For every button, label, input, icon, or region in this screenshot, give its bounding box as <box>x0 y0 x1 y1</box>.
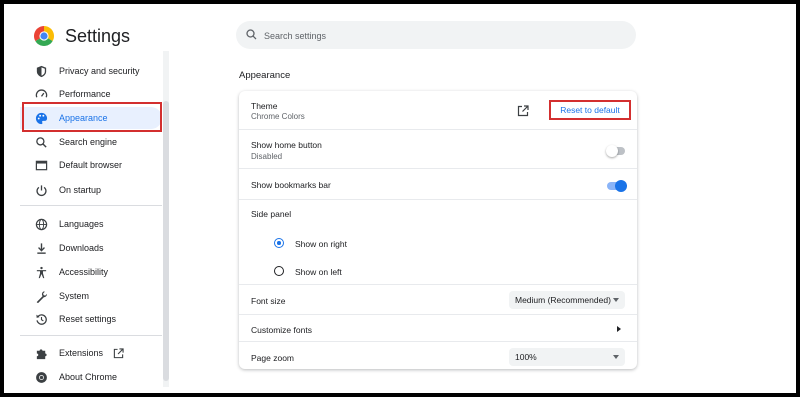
theme-label: Theme <box>251 101 278 111</box>
sidebar-item-label: Privacy and security <box>59 66 140 76</box>
home-button-label: Show home button <box>251 140 322 150</box>
page-zoom-label: Page zoom <box>251 353 294 363</box>
page-zoom-select[interactable]: 100% <box>509 348 625 366</box>
sidebar-item-label: Search engine <box>59 137 118 147</box>
bookmarks-bar-row[interactable]: Show bookmarks bar <box>239 168 637 200</box>
sidebar-scrollbar[interactable] <box>163 51 169 387</box>
sidebar-item-extensions[interactable]: Extensions <box>20 342 162 364</box>
page-title: Settings <box>65 26 131 46</box>
sidebar-item-label: Performance <box>59 89 111 99</box>
customize-fonts-label: Customize fonts <box>251 325 312 335</box>
power-icon <box>34 183 48 197</box>
side-panel-left-label[interactable]: Show on left <box>295 267 342 277</box>
speedometer-icon <box>34 87 48 101</box>
side-panel-row: Side panel Show on right Show on left <box>239 199 637 285</box>
search-bar[interactable] <box>236 21 636 51</box>
sidebar-item-search-engine[interactable]: Search engine <box>20 131 162 153</box>
theme-value: Chrome Colors <box>251 112 305 121</box>
sidebar-item-label: Languages <box>59 219 104 229</box>
sidebar-item-label: Downloads <box>59 243 104 253</box>
sidebar-item-languages[interactable]: Languages <box>20 213 162 235</box>
sidebar-item-default-browser[interactable]: Default browser <box>20 154 162 176</box>
dropdown-caret-icon <box>613 298 619 302</box>
side-panel-label: Side panel <box>251 209 292 219</box>
dropdown-caret-icon <box>613 355 619 359</box>
sidebar-item-label: Extensions <box>59 348 104 358</box>
sidebar-item-label: Default browser <box>59 160 123 170</box>
sidebar-item-label: On startup <box>59 185 102 195</box>
external-link-icon <box>113 347 124 358</box>
accessibility-icon <box>34 265 48 279</box>
globe-icon <box>34 217 48 231</box>
sidebar-item-downloads[interactable]: Downloads <box>20 237 162 259</box>
page-zoom-value: 100% <box>515 352 537 362</box>
sidebar-divider <box>20 205 162 206</box>
side-panel-right-radio[interactable] <box>274 238 284 248</box>
search-icon <box>246 29 257 40</box>
browser-window-icon <box>34 158 48 172</box>
page-zoom-row: Page zoom 100% <box>239 341 637 370</box>
side-panel-left-radio[interactable] <box>274 266 284 276</box>
sidebar-item-accessibility[interactable]: Accessibility <box>20 261 162 283</box>
home-button-row[interactable]: Show home button Disabled <box>239 129 637 169</box>
sidebar-item-privacy-and-security[interactable]: Privacy and security <box>20 60 162 82</box>
appearance-card: Theme Chrome Colors Reset to default Sho… <box>239 91 637 369</box>
sidebar-item-on-startup[interactable]: On startup <box>20 179 162 201</box>
font-size-label: Font size <box>251 296 286 306</box>
bookmarks-bar-toggle[interactable] <box>607 180 627 192</box>
side-panel-right-label[interactable]: Show on right <box>295 239 347 249</box>
sidebar-item-label: Reset settings <box>59 314 117 324</box>
font-size-row: Font size Medium (Recommended) <box>239 284 637 315</box>
chevron-right-icon <box>617 326 621 332</box>
settings-window: Settings Privacy and security Performanc… <box>4 4 796 393</box>
font-size-select[interactable]: Medium (Recommended) <box>509 291 625 309</box>
appearance-highlight-box <box>22 102 162 132</box>
sidebar-item-label: System <box>59 291 90 301</box>
reset-to-default-button[interactable]: Reset to default <box>549 100 631 120</box>
section-title: Appearance <box>239 70 291 81</box>
bookmarks-bar-label: Show bookmarks bar <box>251 180 331 190</box>
home-button-toggle[interactable] <box>606 145 625 157</box>
search-input[interactable] <box>262 21 626 51</box>
sidebar-item-label: Accessibility <box>59 267 109 277</box>
open-in-new-icon[interactable] <box>517 105 529 117</box>
sidebar-item-reset-settings[interactable]: Reset settings <box>20 308 162 330</box>
customize-fonts-row[interactable]: Customize fonts <box>239 314 637 342</box>
chrome-logo-icon <box>34 26 54 46</box>
sidebar-item-system[interactable]: System <box>20 285 162 307</box>
search-icon <box>34 135 48 149</box>
reset-icon <box>34 312 48 326</box>
chrome-logo-icon <box>34 370 48 384</box>
sidebar-item-label: About Chrome <box>59 372 118 382</box>
puzzle-icon <box>34 346 48 360</box>
wrench-icon <box>34 289 48 303</box>
shield-icon <box>34 64 48 78</box>
home-button-status: Disabled <box>251 152 283 161</box>
theme-row: Theme Chrome Colors Reset to default <box>239 91 637 129</box>
sidebar-divider <box>20 335 162 336</box>
download-icon <box>34 241 48 255</box>
sidebar-item-about-chrome[interactable]: About Chrome <box>20 366 162 388</box>
sidebar-scrollbar-thumb[interactable] <box>163 101 169 381</box>
font-size-value: Medium (Recommended) <box>515 295 611 305</box>
